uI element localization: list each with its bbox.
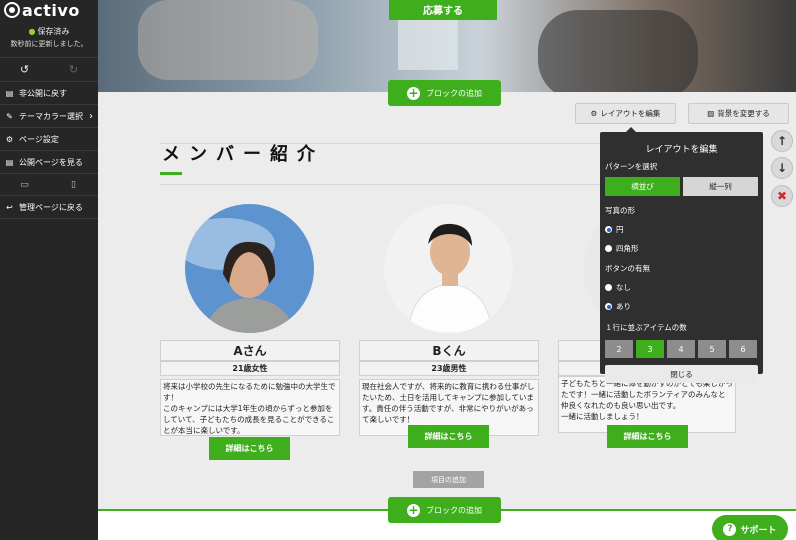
logo: activo: [0, 0, 98, 20]
sidebar-item-label: 管理ページに戻る: [19, 202, 83, 212]
button-yes-label: あり: [616, 302, 631, 311]
sidebar-item-label: ページ設定: [19, 134, 59, 144]
pattern-options: 横並び 縦一列: [605, 177, 758, 196]
edit-layout-label: レイアウトを編集: [600, 109, 661, 118]
photo-shape-label: 写真の形: [605, 206, 635, 215]
title-underline: [160, 172, 182, 175]
redo-icon[interactable]: ↻: [49, 58, 98, 81]
page-icon: ▤: [5, 157, 14, 167]
member-name[interactable]: Bくん: [359, 340, 539, 361]
add-block-button[interactable]: + ブロックの追加: [388, 497, 501, 523]
add-block-label: ブロックの追加: [426, 88, 482, 98]
close-button[interactable]: 閉じる: [605, 365, 758, 383]
radio-selected-icon[interactable]: [605, 226, 612, 233]
undo-redo-row: ↺ ↻: [0, 58, 98, 82]
button-presence-label: ボタンの有無: [605, 264, 650, 273]
add-block-label: ブロックの追加: [426, 505, 482, 515]
move-up-icon[interactable]: ↑: [771, 130, 793, 152]
change-background-button[interactable]: ▨ 背景を変更する: [688, 103, 789, 124]
undo-icon[interactable]: ↺: [0, 58, 49, 81]
document-icon: ▤: [5, 88, 14, 98]
count-6-button[interactable]: 6: [729, 340, 757, 358]
member-age[interactable]: 23歳男性: [359, 361, 539, 376]
shape-square-option[interactable]: 四角形: [605, 243, 758, 254]
radio-icon[interactable]: [605, 245, 612, 252]
sidebar-item-page-settings[interactable]: ⚙ ページ設定: [0, 128, 98, 151]
plus-icon: +: [407, 502, 420, 517]
radio-icon[interactable]: [605, 284, 612, 291]
editor-sidebar: activo ● 保存済み 数秒前に更新しました。 ↺ ↻ ▤ 非公開に戻す ✎ …: [0, 0, 98, 540]
change-bg-label: 背景を変更する: [717, 109, 770, 118]
plus-icon: +: [407, 85, 420, 100]
radio-selected-icon[interactable]: [605, 303, 612, 310]
member-name[interactable]: Aさん: [160, 340, 340, 361]
count-4-button[interactable]: 4: [667, 340, 695, 358]
sidebar-item-admin[interactable]: ↩ 管理ページに戻る: [0, 196, 98, 219]
return-icon: ↩: [6, 202, 13, 212]
items-per-row-label: １行に並ぶアイテムの数: [605, 323, 687, 332]
member-description[interactable]: 将来は小学校の先生になるために勉強中の大学生です！ このキャンプには大学1年生の…: [160, 379, 340, 436]
gear-icon: ⚙: [5, 134, 14, 144]
delete-icon[interactable]: ✖: [771, 185, 793, 207]
count-5-button[interactable]: 5: [698, 340, 726, 358]
chevron-right-icon: ›: [89, 110, 93, 122]
device-toggle-row: ▭ ▯: [0, 174, 98, 196]
move-down-icon[interactable]: ↓: [771, 157, 793, 179]
support-label: サポート: [740, 525, 777, 536]
sidebar-item-label: 公開ページを見る: [19, 157, 83, 167]
save-status-label: 保存済み: [37, 27, 70, 36]
shape-circle-option[interactable]: 円: [605, 224, 758, 235]
help-icon: ?: [723, 522, 737, 536]
member-photo[interactable]: [185, 204, 314, 333]
member-photo[interactable]: [384, 204, 513, 333]
button-yes-option[interactable]: あり: [605, 301, 758, 312]
save-status: ● 保存済み: [0, 20, 98, 39]
pattern-horizontal-button[interactable]: 横並び: [605, 177, 680, 196]
shape-circle-label: 円: [616, 225, 624, 234]
pattern-label: パターンを選択: [605, 162, 658, 171]
add-block-button[interactable]: + ブロックの追加: [388, 80, 501, 106]
sidebar-item-label: テーマカラー選択: [19, 111, 83, 121]
gear-icon: ⚙: [590, 109, 598, 118]
sidebar-item-theme-color[interactable]: ✎ テーマカラー選択 ›: [0, 105, 98, 128]
layout-edit-panel: レイアウトを編集 パターンを選択 横並び 縦一列 写真の形 円 四角形 ボタンの…: [600, 132, 763, 383]
pattern-vertical-button[interactable]: 縦一列: [683, 177, 758, 196]
edit-layout-button[interactable]: ⚙ レイアウトを編集: [575, 103, 676, 124]
sidebar-item-label: 非公開に戻す: [19, 88, 67, 98]
logo-text: activo: [22, 0, 80, 20]
palette-icon: ✎: [6, 111, 13, 121]
mobile-icon[interactable]: ▯: [49, 174, 98, 195]
detail-button[interactable]: 詳細はこちら: [408, 425, 489, 448]
section-title[interactable]: メンバー紹介: [162, 140, 324, 166]
detail-button[interactable]: 詳細はこちら: [607, 425, 688, 448]
save-timestamp: 数秒前に更新しました。: [0, 39, 98, 58]
count-3-button[interactable]: 3: [636, 340, 664, 358]
support-button[interactable]: ? サポート: [712, 515, 788, 540]
items-per-row-options: 2 3 4 5 6: [605, 340, 758, 358]
member-age[interactable]: 21歳女性: [160, 361, 340, 376]
sidebar-item-unpublish[interactable]: ▤ 非公開に戻す: [0, 82, 98, 105]
status-dot-icon: ●: [28, 27, 36, 36]
add-item-button[interactable]: 項目の追加: [413, 471, 484, 488]
detail-button[interactable]: 詳細はこちら: [209, 437, 290, 460]
image-icon: ▨: [707, 109, 715, 118]
shape-square-label: 四角形: [616, 244, 639, 253]
button-none-option[interactable]: なし: [605, 282, 758, 293]
editor-canvas: 応募する + ブロックの追加 ⚙ レイアウトを編集 ▨ 背景を変更する メンバー…: [98, 0, 796, 540]
sidebar-item-view-public[interactable]: ▤ 公開ページを見る: [0, 151, 98, 174]
logo-mark-icon: [4, 2, 20, 18]
button-none-label: なし: [616, 283, 631, 292]
desktop-icon[interactable]: ▭: [0, 174, 49, 195]
count-2-button[interactable]: 2: [605, 340, 633, 358]
panel-title: レイアウトを編集: [645, 145, 718, 155]
apply-button[interactable]: 応募する: [389, 0, 497, 20]
